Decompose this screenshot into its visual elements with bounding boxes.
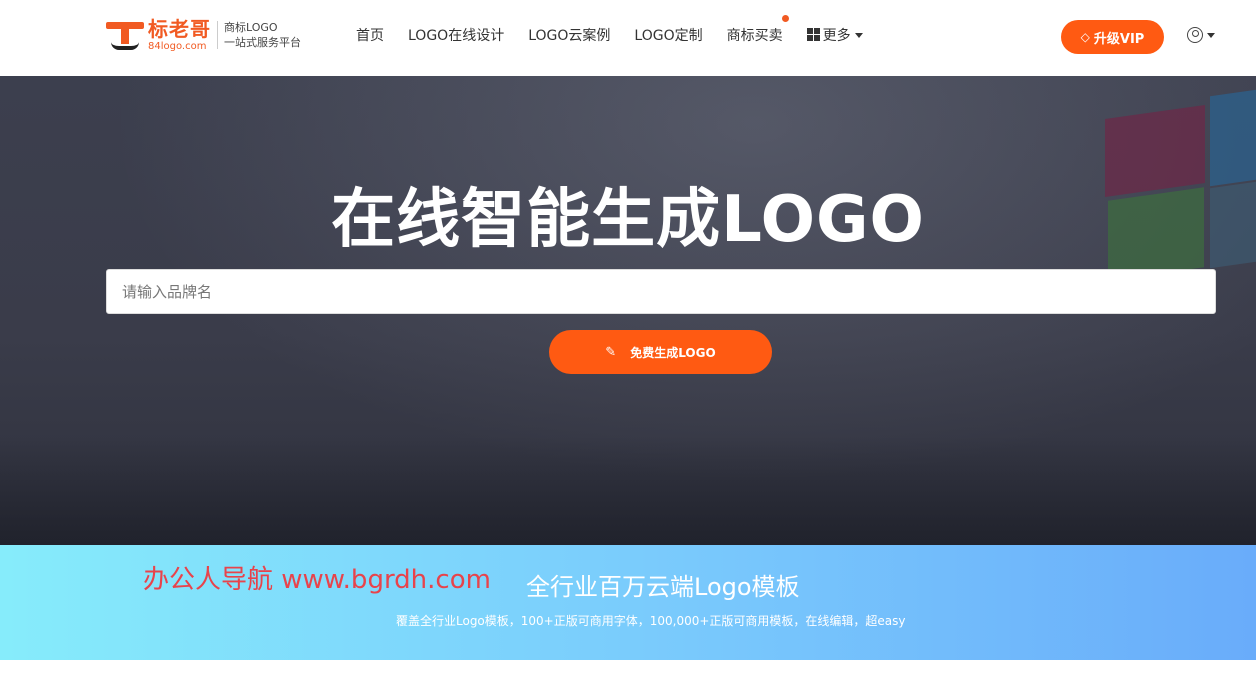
nav-item-logo-design[interactable]: LOGO在线设计 — [396, 25, 516, 45]
watermark-text: 办公人导航 www.bgrdh.com — [143, 565, 491, 595]
logo-name: 标老哥 — [148, 16, 211, 41]
hero-section: 在线智能生成LOGO ✎ 免费生成LOGO — [0, 76, 1256, 545]
grid-icon — [806, 28, 820, 41]
caret-down-icon — [854, 33, 863, 38]
upgrade-vip-button[interactable]: ◇ 升级VIP — [1061, 20, 1164, 54]
header: 标老哥 84logo.com 商标LOGO 一站式服务平台 首页 LOGO在线设… — [0, 0, 1256, 76]
logo-text: 标老哥 84logo.com — [148, 19, 211, 52]
nav-item-more[interactable]: 更多 — [795, 25, 875, 45]
nav-item-home[interactable]: 首页 — [344, 25, 396, 45]
user-icon — [1187, 27, 1203, 43]
caret-down-icon — [1207, 32, 1215, 38]
logo-mark-icon — [106, 18, 144, 52]
notification-dot — [781, 15, 789, 22]
logo-tagline-1: 商标LOGO — [224, 21, 278, 34]
brand-name-input[interactable] — [106, 269, 1216, 314]
diamond-icon: ◇ — [1080, 30, 1090, 44]
banner-subtitle: 覆盖全行业Logo模板，100+正版可商用字体，100,000+正版可商用模板，… — [396, 614, 906, 628]
banner-title: 全行业百万云端Logo模板 — [526, 573, 800, 601]
logo-domain: 84logo.com — [148, 40, 207, 52]
nav-more-label: 更多 — [822, 28, 851, 44]
magic-wand-icon: ✎ — [605, 344, 617, 360]
hero-title: 在线智能生成LOGO — [331, 183, 925, 257]
logo-divider — [217, 21, 218, 49]
upgrade-vip-label: 升级VIP — [1093, 31, 1145, 47]
site-logo[interactable]: 标老哥 84logo.com 商标LOGO 一站式服务平台 — [106, 17, 301, 53]
generate-logo-label: 免费生成LOGO — [630, 345, 716, 360]
logo-tagline: 商标LOGO 一站式服务平台 — [224, 20, 301, 50]
background-crowd — [0, 436, 1256, 545]
logo-tagline-2: 一站式服务平台 — [224, 36, 301, 49]
template-banner: 办公人导航 www.bgrdh.com 全行业百万云端Logo模板 覆盖全行业L… — [0, 545, 1256, 660]
nav-item-trademark-trade[interactable]: 商标买卖 — [715, 15, 795, 45]
nav-item-logo-cases[interactable]: LOGO云案例 — [516, 25, 622, 45]
main-nav: 首页 LOGO在线设计 LOGO云案例 LOGO定制 商标买卖 更多 — [344, 0, 875, 70]
nav-item-trademark-label: 商标买卖 — [726, 28, 783, 44]
page-bottom — [0, 660, 1256, 688]
nav-item-logo-custom[interactable]: LOGO定制 — [622, 25, 714, 45]
user-menu[interactable] — [1187, 27, 1215, 43]
generate-logo-button[interactable]: ✎ 免费生成LOGO — [549, 330, 772, 374]
